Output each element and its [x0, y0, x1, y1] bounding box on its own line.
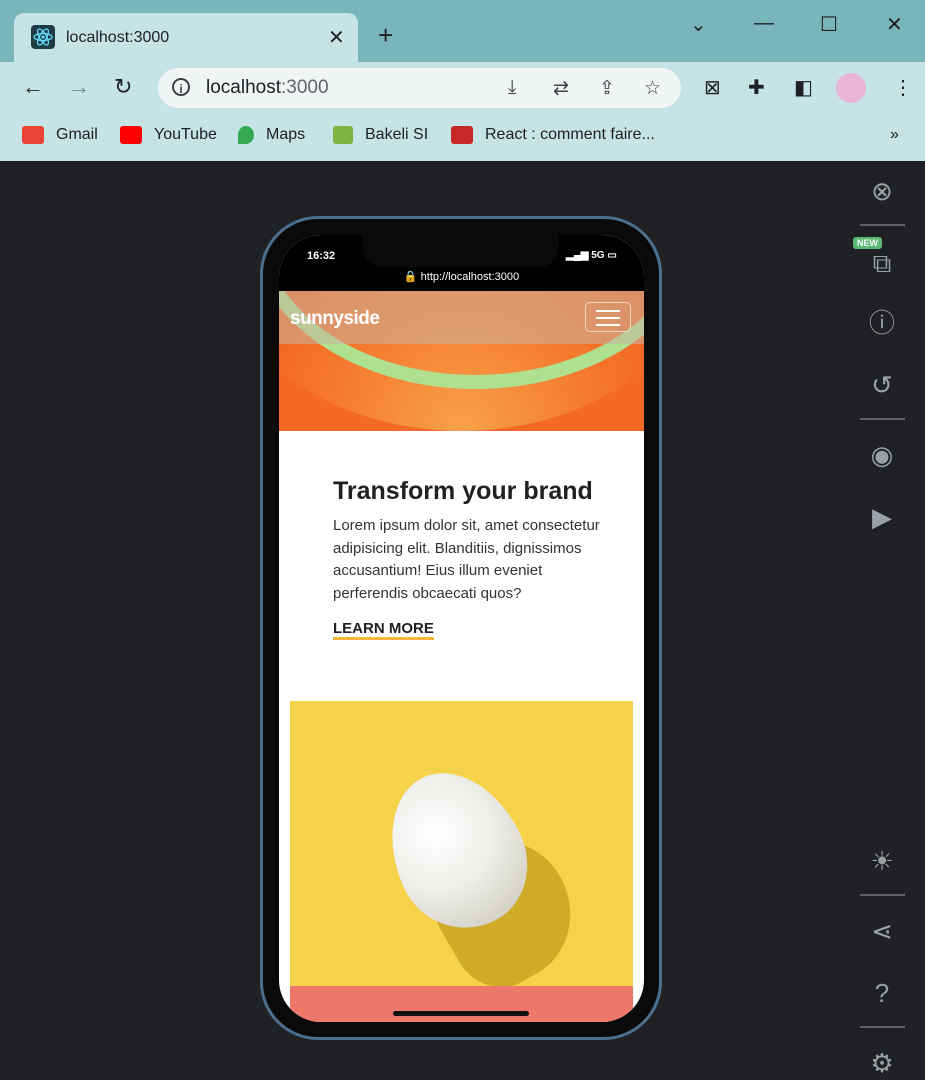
device-toolbar: ⊗ NEW ⧉ ⓘ ↺ ◉ ▶ ☀ ⋖ ? ⚙ [845, 161, 925, 1080]
section-heading: Transform your brand [333, 477, 593, 505]
extension-blocker-icon[interactable]: ⊠ [704, 75, 721, 100]
hamburger-menu-icon[interactable] [585, 302, 631, 332]
minimize-button[interactable]: — [754, 12, 774, 35]
youtube-icon [120, 126, 142, 144]
share-icon[interactable]: ⋖ [867, 916, 897, 946]
phone-screen: 16:32 ▂▄▆ 5G ▭ 🔒 http://localhost:3000 s… [279, 235, 644, 1022]
j-icon [451, 126, 473, 144]
status-bar: 16:32 ▂▄▆ 5G ▭ 🔒 http://localhost:3000 [279, 235, 644, 291]
bookmark-maps[interactable]: Maps [238, 126, 305, 144]
address-bar[interactable]: i localhost:3000 ⤓ ⇄ ⇪ ☆ [158, 68, 681, 108]
hero-image: sunnyside [279, 291, 644, 431]
site-header: sunnyside [279, 291, 644, 344]
devices-icon[interactable]: ⧉ [867, 248, 897, 278]
section-body: Lorem ipsum dolor sit, amet consectetur … [333, 517, 600, 602]
camera-icon[interactable]: ◉ [867, 440, 897, 470]
profile-avatar[interactable] [836, 73, 866, 103]
maximize-button[interactable]: ☐ [820, 12, 838, 37]
install-app-icon[interactable]: ⤓ [508, 77, 516, 99]
bookmark-gmail[interactable]: Gmail [22, 126, 98, 144]
mobile-address: 🔒 http://localhost:3000 [403, 271, 520, 283]
tab-close-icon[interactable]: ✕ [328, 25, 345, 50]
browser-chrome: localhost:3000 ✕ + ⌄ — ☐ ✕ ← → ↻ i local… [0, 0, 925, 161]
brightness-icon[interactable]: ☀ [867, 846, 897, 876]
notch [363, 235, 559, 267]
next-section-preview [290, 986, 633, 1022]
translate-icon[interactable]: ⇄ [553, 77, 569, 100]
divider [860, 418, 905, 420]
side-panel-icon[interactable]: ◧ [794, 75, 813, 100]
close-window-button[interactable]: ✕ [886, 12, 903, 37]
back-button[interactable]: ← [22, 74, 44, 100]
browser-toolbar: ← → ↻ i localhost:3000 ⤓ ⇄ ⇪ ☆ ⊠ ✚ ◧ ⋮ [0, 62, 925, 114]
status-time: 16:32 [307, 250, 336, 262]
site-info-icon[interactable]: i [172, 78, 190, 96]
forward-button[interactable]: → [68, 74, 90, 100]
tab-title: localhost:3000 [66, 29, 170, 46]
gmail-icon [22, 126, 44, 144]
help-icon[interactable]: ? [867, 978, 897, 1008]
menu-kebab-icon[interactable]: ⋮ [893, 75, 913, 100]
info-icon[interactable]: ⓘ [867, 308, 897, 338]
tab-strip: localhost:3000 ✕ + ⌄ — ☐ ✕ [0, 0, 925, 62]
maps-icon [238, 126, 254, 144]
react-favicon-icon [31, 25, 55, 49]
status-network: ▂▄▆ 5G ▭ [566, 250, 617, 261]
settings-gear-icon[interactable]: ⚙ [867, 1048, 897, 1078]
bookmark-star-icon[interactable]: ☆ [644, 77, 661, 100]
extensions-puzzle-icon[interactable]: ✚ [748, 75, 765, 100]
bookmarks-bar: Gmail YouTube Maps Bakeli SI React : com… [0, 114, 925, 161]
tab-search-chevron-icon[interactable]: ⌄ [690, 12, 707, 37]
divider [860, 894, 905, 896]
bakeli-icon [333, 126, 353, 144]
home-indicator [393, 1011, 529, 1016]
rotate-icon[interactable]: ↺ [867, 370, 897, 400]
bookmarks-overflow-button[interactable]: » [890, 126, 899, 144]
egg-image [290, 701, 633, 991]
new-tab-button[interactable]: + [378, 22, 393, 48]
video-icon[interactable]: ▶ [867, 502, 897, 532]
site-logo[interactable]: sunnyside [290, 308, 380, 330]
bookmark-bakeli[interactable]: Bakeli SI [333, 126, 428, 144]
reload-button[interactable]: ↻ [114, 74, 132, 100]
transform-section: Transform your brand Lorem ipsum dolor s… [333, 476, 603, 605]
tab-localhost[interactable]: localhost:3000 ✕ [14, 13, 358, 62]
close-icon[interactable]: ⊗ [867, 176, 897, 206]
learn-more-link[interactable]: LEARN MORE [333, 620, 434, 640]
bookmark-react[interactable]: React : comment faire... [451, 126, 655, 144]
address-url: localhost:3000 [206, 77, 329, 98]
divider [860, 1026, 905, 1028]
bookmark-youtube[interactable]: YouTube [120, 126, 217, 144]
divider [860, 224, 905, 226]
share-icon[interactable]: ⇪ [599, 77, 615, 100]
